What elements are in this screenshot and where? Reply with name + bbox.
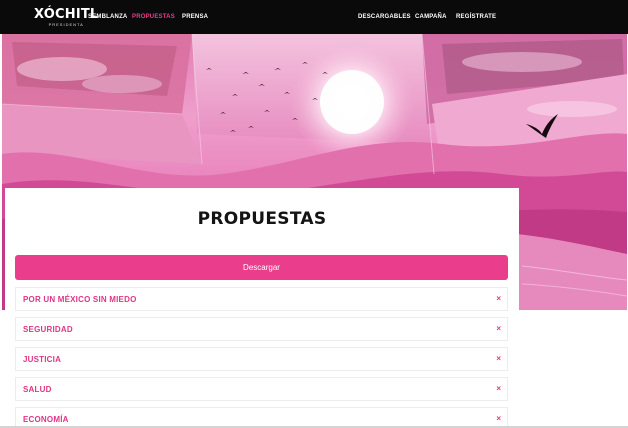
accordion-item-salud[interactable]: SALUD × <box>15 377 508 401</box>
accordion-label: POR UN MÉXICO SIN MIEDO <box>23 295 137 304</box>
close-icon[interactable]: × <box>496 414 501 424</box>
close-icon[interactable]: × <box>496 384 501 394</box>
download-button[interactable]: Descargar <box>15 255 508 280</box>
close-icon[interactable]: × <box>496 354 501 364</box>
nav-campana[interactable]: CAMPAÑA <box>415 14 447 20</box>
accordion-item-economia[interactable]: ECONOMÍA × <box>15 407 508 428</box>
nav-prensa[interactable]: PRENSA <box>182 14 208 20</box>
nav-registrate[interactable]: REGÍSTRATE <box>456 14 496 20</box>
accordion-label: SALUD <box>23 385 52 394</box>
accordion-label: SEGURIDAD <box>23 325 73 334</box>
accordion-label: ECONOMÍA <box>23 415 69 424</box>
accordion-label: JUSTICIA <box>23 355 62 364</box>
page-title: PROPUESTAS <box>197 209 327 229</box>
logo-subtext: PRESIDENTA <box>48 22 84 27</box>
page: XÓCHITL PRESIDENTA SEMBLANZA PROPUESTAS … <box>0 0 628 428</box>
nav-descargables[interactable]: DESCARGABLES <box>358 14 411 20</box>
top-navigation: XÓCHITL PRESIDENTA SEMBLANZA PROPUESTAS … <box>0 0 628 34</box>
accordion-item-seguridad[interactable]: SEGURIDAD × <box>15 317 508 341</box>
nav-propuestas[interactable]: PROPUESTAS <box>132 14 175 20</box>
nav-semblanza[interactable]: SEMBLANZA <box>88 14 127 20</box>
accordion-item-mexico-sin-miedo[interactable]: POR UN MÉXICO SIN MIEDO × <box>15 287 508 311</box>
close-icon[interactable]: × <box>496 294 501 304</box>
close-icon[interactable]: × <box>496 324 501 334</box>
accordion-item-justicia[interactable]: JUSTICIA × <box>15 347 508 371</box>
proposals-panel: PROPUESTAS Descargar POR UN MÉXICO SIN M… <box>5 188 519 428</box>
